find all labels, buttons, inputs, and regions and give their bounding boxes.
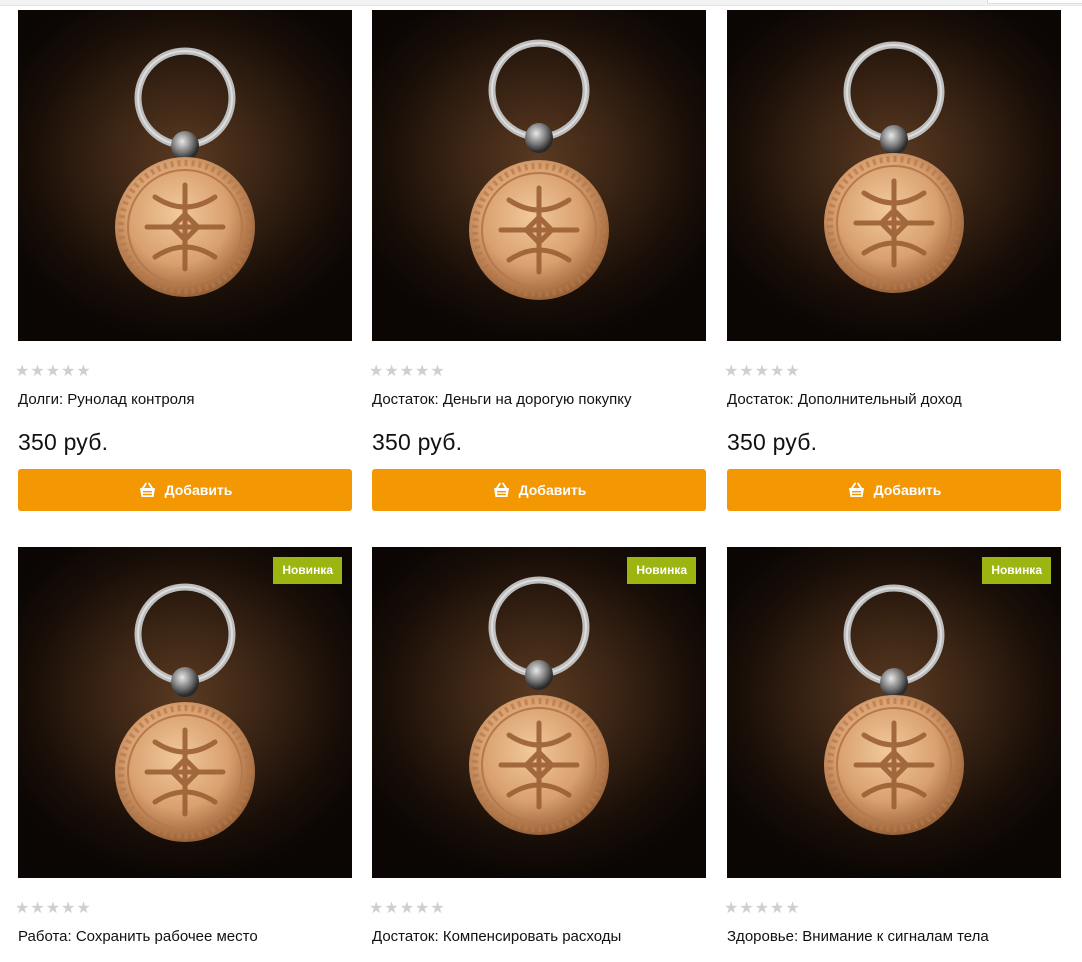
star-icon: ★ xyxy=(399,361,415,380)
star-icon: ★ xyxy=(45,898,61,917)
star-icon: ★ xyxy=(739,898,754,917)
basket-icon xyxy=(493,482,509,497)
star-icon: ★ xyxy=(369,898,384,917)
new-badge: Новинка xyxy=(982,557,1051,584)
star-icon: ★ xyxy=(430,361,445,380)
add-button-label: Добавить xyxy=(873,482,942,498)
star-icon: ★ xyxy=(384,898,399,917)
star-icon: ★ xyxy=(415,898,430,917)
star-icon: ★ xyxy=(770,361,785,380)
product-price: 350 руб. xyxy=(18,429,109,455)
keychain-illustration xyxy=(115,47,255,297)
product-title[interactable]: Долги: Рунолад контроля xyxy=(18,390,352,409)
product-image[interactable] xyxy=(372,10,706,341)
star-icon: ★ xyxy=(15,898,30,917)
add-button-label: Добавить xyxy=(518,482,587,498)
star-icon: ★ xyxy=(45,361,61,380)
star-icon: ★ xyxy=(785,361,800,380)
star-icon: ★ xyxy=(369,361,384,380)
star-icon: ★ xyxy=(30,898,45,917)
star-icon: ★ xyxy=(739,361,754,380)
product-title[interactable]: Достаток: Деньги на дорогую покупку xyxy=(372,390,706,409)
new-badge: Новинка xyxy=(273,557,342,584)
add-to-cart-button[interactable]: Добавить xyxy=(372,469,706,511)
star-icon: ★ xyxy=(384,361,399,380)
add-button-label: Добавить xyxy=(164,482,233,498)
rating-stars: ★ ★ ★ ★ ★ xyxy=(15,900,91,916)
rating-stars: ★ ★ ★ ★ ★ xyxy=(369,363,445,379)
basket-icon xyxy=(139,482,155,497)
product-image[interactable]: Новинка xyxy=(727,547,1061,878)
rating-stars: ★ ★ ★ ★ ★ xyxy=(724,363,800,379)
product-image[interactable]: Новинка xyxy=(372,547,706,878)
star-icon: ★ xyxy=(415,361,430,380)
product-title[interactable]: Здоровье: Внимание к сигналам тела xyxy=(727,927,1061,946)
star-icon: ★ xyxy=(76,898,91,917)
keychain-illustration xyxy=(469,576,609,835)
star-icon: ★ xyxy=(399,898,415,917)
product-title[interactable]: Работа: Сохранить рабочее место xyxy=(18,927,352,946)
keychain-illustration xyxy=(824,584,964,835)
star-icon: ★ xyxy=(61,898,76,917)
browser-tab-edge xyxy=(987,0,1082,4)
new-badge: Новинка xyxy=(627,557,696,584)
product-title[interactable]: Достаток: Компенсировать расходы xyxy=(372,927,706,946)
keychain-illustration xyxy=(824,41,964,293)
star-icon: ★ xyxy=(754,361,770,380)
add-to-cart-button[interactable]: Добавить xyxy=(18,469,352,511)
keychain-illustration xyxy=(115,583,255,842)
product-price: 350 руб. xyxy=(727,429,818,455)
product-image[interactable] xyxy=(18,10,352,341)
browser-top-edge xyxy=(0,0,1082,6)
star-icon: ★ xyxy=(724,898,739,917)
star-icon: ★ xyxy=(430,898,445,917)
star-icon: ★ xyxy=(30,361,45,380)
star-icon: ★ xyxy=(76,361,91,380)
star-icon: ★ xyxy=(61,361,76,380)
star-icon: ★ xyxy=(754,898,770,917)
product-image[interactable] xyxy=(727,10,1061,341)
rating-stars: ★ ★ ★ ★ ★ xyxy=(15,363,91,379)
product-price: 350 руб. xyxy=(372,429,463,455)
star-icon: ★ xyxy=(15,361,30,380)
product-title[interactable]: Достаток: Дополнительный доход xyxy=(727,390,1061,409)
rating-stars: ★ ★ ★ ★ ★ xyxy=(369,900,445,916)
star-icon: ★ xyxy=(770,898,785,917)
keychain-illustration xyxy=(469,39,609,300)
star-icon: ★ xyxy=(724,361,739,380)
product-image[interactable]: Новинка xyxy=(18,547,352,878)
basket-icon xyxy=(848,482,864,497)
add-to-cart-button[interactable]: Добавить xyxy=(727,469,1061,511)
rating-stars: ★ ★ ★ ★ ★ xyxy=(724,900,800,916)
star-icon: ★ xyxy=(785,898,800,917)
